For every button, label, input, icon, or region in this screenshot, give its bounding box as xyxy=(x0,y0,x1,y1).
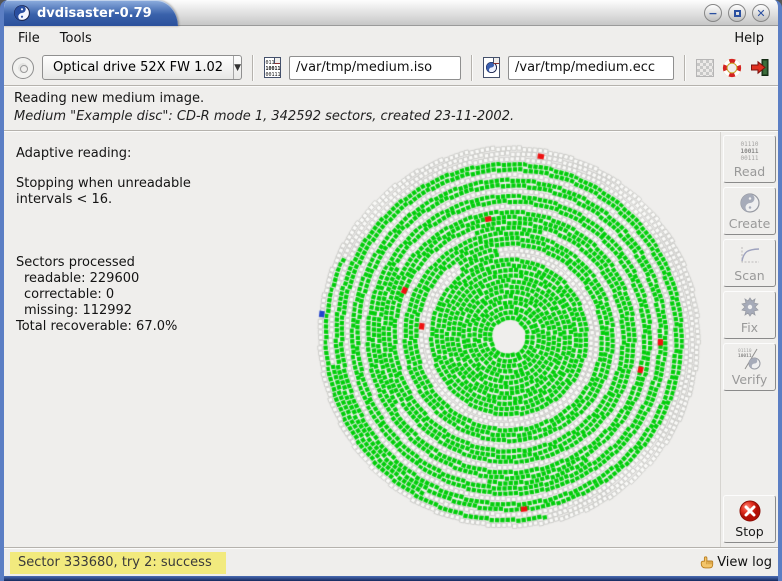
create-label: Create xyxy=(724,216,775,231)
close-icon: ✕ xyxy=(756,8,765,19)
toolbar-separator xyxy=(471,55,473,81)
window-bottom-frame xyxy=(4,576,778,581)
preferences-icon-disabled xyxy=(696,59,714,77)
stat-readable: readable: 229600 xyxy=(16,271,246,287)
image-file-icon: 0111 10011 00111 xyxy=(264,57,281,78)
title-bar[interactable]: dvdisaster-0.79 − ✕ xyxy=(4,0,778,26)
ecc-yinyang-icon xyxy=(486,62,497,73)
maximize-button[interactable] xyxy=(728,4,746,22)
minimize-button[interactable]: − xyxy=(704,4,722,22)
stat-total-recoverable: Total recoverable: 67.0% xyxy=(16,319,246,335)
action-sidebar: 01110 10011 00111 Read Create xyxy=(720,132,778,547)
stat-missing: missing: 112992 xyxy=(16,303,246,319)
title-tab: dvdisaster-0.79 xyxy=(0,0,178,26)
menu-help[interactable]: Help xyxy=(724,29,774,48)
status-bar: Sector 333680, try 2: success View log xyxy=(4,549,778,576)
drive-selector[interactable]: Optical drive 52X FW 1.02 ▼ xyxy=(42,55,242,80)
reading-mode-label: Adaptive reading: xyxy=(16,146,246,162)
window-title: dvdisaster-0.79 xyxy=(37,6,152,21)
create-yinyang-icon xyxy=(724,190,775,216)
stop-icon xyxy=(724,498,775,524)
menu-tools[interactable]: Tools xyxy=(50,29,102,48)
sector-status-message: Sector 333680, try 2: success xyxy=(10,552,226,574)
fix-label: Fix xyxy=(724,320,775,335)
read-button[interactable]: 01110 10011 00111 Read xyxy=(723,135,776,183)
fix-button[interactable]: Fix xyxy=(723,291,776,339)
close-button[interactable]: ✕ xyxy=(752,4,770,22)
reading-view: Adaptive reading: Stopping when unreadab… xyxy=(4,132,720,547)
read-label: Read xyxy=(724,164,775,179)
quit-button[interactable] xyxy=(750,58,770,77)
verify-label: Verify xyxy=(724,372,775,387)
app-logo-yinyang-icon xyxy=(14,5,30,21)
toolbar-separator xyxy=(252,55,254,81)
medium-info-line: Medium "Example disc": CD-R mode 1, 3425… xyxy=(14,109,768,124)
app-window: dvdisaster-0.79 − ✕ File Tools Help Opti… xyxy=(0,0,782,581)
sectors-processed-title: Sectors processed xyxy=(16,255,246,271)
help-lifebelt-button[interactable] xyxy=(722,58,742,78)
menu-file[interactable]: File xyxy=(8,29,50,48)
main-area: Adaptive reading: Stopping when unreadab… xyxy=(4,132,778,547)
stop-label: Stop xyxy=(724,524,775,539)
action-status-line: Reading new medium image. xyxy=(14,91,768,106)
create-button[interactable]: Create xyxy=(723,187,776,235)
view-log-button[interactable]: View log xyxy=(699,555,772,570)
read-binary-icon: 01110 10011 00111 xyxy=(724,138,775,164)
scan-label: Scan xyxy=(724,268,775,283)
ecc-file-input[interactable] xyxy=(508,56,674,80)
ecc-file-icon xyxy=(483,57,500,78)
reading-stats-panel: Adaptive reading: Stopping when unreadab… xyxy=(16,146,246,335)
reading-strategy-label: Stopping when unreadable intervals < 16. xyxy=(16,176,246,208)
image-file-input[interactable] xyxy=(289,56,461,80)
quit-door-arrow-icon xyxy=(750,58,770,77)
verify-button[interactable]: 01110 10011 Verify xyxy=(723,343,776,391)
toolbar-separator xyxy=(684,55,686,81)
maximize-icon xyxy=(734,10,741,17)
hand-pointer-icon xyxy=(699,555,714,570)
stop-button[interactable]: Stop xyxy=(723,495,776,543)
verify-compare-icon: 01110 10011 xyxy=(724,346,775,372)
toolbar: Optical drive 52X FW 1.02 ▼ 0111 10011 0… xyxy=(4,50,778,85)
lifebelt-icon xyxy=(722,58,742,78)
scan-curve-icon xyxy=(724,242,775,268)
menu-bar: File Tools Help xyxy=(4,26,778,50)
fix-tool-icon xyxy=(724,294,775,320)
info-area: Reading new medium image. Medium "Exampl… xyxy=(4,87,778,130)
stat-correctable: correctable: 0 xyxy=(16,287,246,303)
scan-button[interactable]: Scan xyxy=(723,239,776,287)
cd-drive-icon xyxy=(12,57,34,79)
drive-selector-value: Optical drive 52X FW 1.02 xyxy=(43,60,233,75)
svg-text:10011: 10011 xyxy=(738,353,752,359)
chevron-down-icon[interactable]: ▼ xyxy=(233,56,241,79)
minimize-icon: − xyxy=(708,8,717,19)
